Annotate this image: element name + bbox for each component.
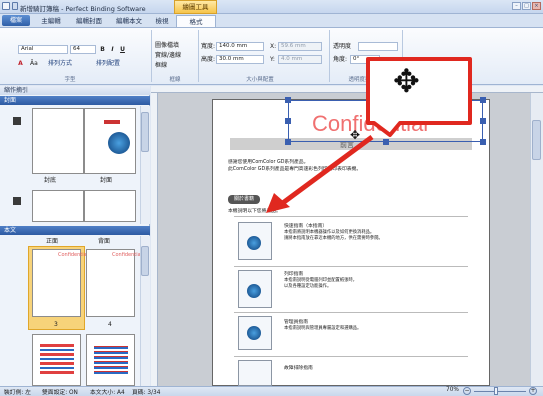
- thumb-content: [40, 344, 74, 374]
- entry-image: [238, 360, 272, 386]
- shape-outline-button[interactable]: 實線/邊線: [155, 51, 181, 60]
- move-icon: ✥: [393, 62, 420, 100]
- entry-title: 列印指南: [284, 272, 304, 277]
- entry-text: 請將本指南放在靠近本機的地方，供在需要時參閱。: [284, 236, 383, 241]
- underline-button[interactable]: U: [118, 45, 127, 54]
- ribbon-divider: [151, 30, 152, 82]
- callout-arrow: [278, 134, 374, 208]
- inside-cover-thumbnail[interactable]: [84, 190, 136, 222]
- height-label: 高度:: [201, 56, 216, 63]
- font-color-button[interactable]: A: [16, 59, 25, 68]
- tab-main-edit[interactable]: 主編輯: [36, 15, 66, 27]
- back-cover-label: 封底: [44, 177, 57, 184]
- char-spacing-button[interactable]: Āa: [30, 59, 38, 68]
- divider: [234, 266, 468, 267]
- maximize-icon[interactable]: □: [522, 2, 531, 10]
- front-cover-label: 封面: [100, 177, 113, 184]
- width-field[interactable]: 140.0 mm: [216, 42, 264, 51]
- status-bar: [0, 386, 543, 396]
- app-icon[interactable]: [2, 2, 10, 10]
- x-field[interactable]: 59.6 mm: [278, 42, 322, 51]
- font-group-label: 字型: [64, 77, 76, 83]
- zoom-out-button[interactable]: −: [463, 387, 471, 395]
- minimize-icon[interactable]: –: [512, 2, 521, 10]
- entry-title: 故障排除指南: [284, 366, 313, 371]
- line-spacing-button[interactable]: 排列方式: [48, 59, 72, 68]
- window-title: 新增騎訂簿稿 - Perfect Binding Software: [20, 5, 146, 13]
- inside-cover-thumbnail[interactable]: [32, 190, 84, 222]
- front-side-label: 正面: [46, 238, 59, 245]
- cover-image: [108, 132, 130, 154]
- thumb-content: [94, 344, 128, 374]
- tab-edit-cover[interactable]: 編輯封面: [72, 15, 106, 27]
- resize-handle[interactable]: [480, 118, 486, 124]
- body-section-header[interactable]: 本文: [0, 226, 150, 235]
- italic-button[interactable]: I: [108, 45, 117, 54]
- divider: [234, 216, 468, 217]
- resize-handle[interactable]: [480, 139, 486, 145]
- cover-title-bar: [104, 120, 120, 124]
- pane-title: 縮作摘引: [0, 86, 150, 95]
- entry-text: 本指南說明與管理員專屬設定和選購品。: [284, 326, 362, 331]
- page-3-thumbnail[interactable]: [32, 249, 81, 317]
- back-side-label: 背面: [98, 238, 111, 245]
- status-paper-size: 本文大小: A4: [90, 390, 125, 396]
- width-label: 寬度:: [201, 43, 216, 50]
- close-icon[interactable]: ×: [532, 2, 541, 10]
- tab-format[interactable]: 格式: [176, 15, 216, 27]
- status-binding: 裝訂側: 左: [4, 390, 31, 396]
- divider: [234, 356, 468, 357]
- status-duplex: 雙面設定: ON: [42, 390, 78, 396]
- resize-handle[interactable]: [480, 97, 486, 103]
- line-style-button[interactable]: 框線: [155, 61, 167, 70]
- file-menu-button[interactable]: 檔案: [2, 15, 30, 26]
- cover-marker-icon: [13, 197, 21, 205]
- canvas-scroll-thumb[interactable]: [532, 120, 541, 160]
- bold-button[interactable]: B: [98, 45, 107, 54]
- body-scroll-thumb[interactable]: [141, 246, 149, 276]
- divider: [234, 312, 468, 313]
- vertical-ruler: [151, 93, 158, 386]
- font-name-select[interactable]: Arial: [18, 45, 68, 54]
- callout-overlay: [266, 57, 472, 213]
- drawing-tools-context-label: 繪圖工具: [174, 0, 217, 14]
- entry-image-graphic: [247, 236, 261, 250]
- cover-marker-icon: [13, 117, 21, 125]
- font-size-select[interactable]: 64: [70, 45, 96, 54]
- arrange-button[interactable]: 排列配置: [96, 59, 120, 68]
- page-number-3: 3: [54, 321, 58, 328]
- zoom-level: 70%: [446, 387, 459, 393]
- cover-section-header[interactable]: 封面: [0, 96, 150, 105]
- opacity-field[interactable]: [358, 42, 398, 51]
- shape-fill-button[interactable]: 圖像檔填: [155, 41, 179, 50]
- thumb-watermark: Confidential: [112, 252, 143, 258]
- frame-group-label: 框線: [169, 77, 181, 83]
- status-page: 頁碼: 3/34: [132, 390, 161, 396]
- quick-access-dropdown-icon[interactable]: [12, 2, 18, 10]
- tab-edit-body[interactable]: 編輯本文: [112, 15, 146, 27]
- entry-image-graphic: [247, 284, 261, 298]
- tab-view[interactable]: 檢視: [150, 15, 174, 27]
- thumb-watermark: Confidential: [58, 252, 89, 258]
- page-4-thumbnail[interactable]: [86, 249, 135, 317]
- cover-scroll-thumb[interactable]: [141, 112, 149, 152]
- x-label: X:: [270, 43, 277, 50]
- zoom-slider-track[interactable]: [474, 391, 526, 392]
- entry-title: 管理員指南: [284, 320, 308, 325]
- entry-text: 以及各種設定功能操作。: [284, 284, 332, 289]
- entry-image-graphic: [247, 326, 261, 340]
- zoom-in-button[interactable]: +: [529, 387, 537, 395]
- zoom-slider-thumb[interactable]: [494, 387, 498, 395]
- entry-title: 快速指南（本指南）: [284, 224, 328, 229]
- ribbon-divider: [198, 30, 199, 82]
- page-number-4: 4: [108, 321, 112, 328]
- opacity-label: 透明度: [333, 43, 352, 50]
- back-cover-thumbnail[interactable]: [32, 108, 84, 174]
